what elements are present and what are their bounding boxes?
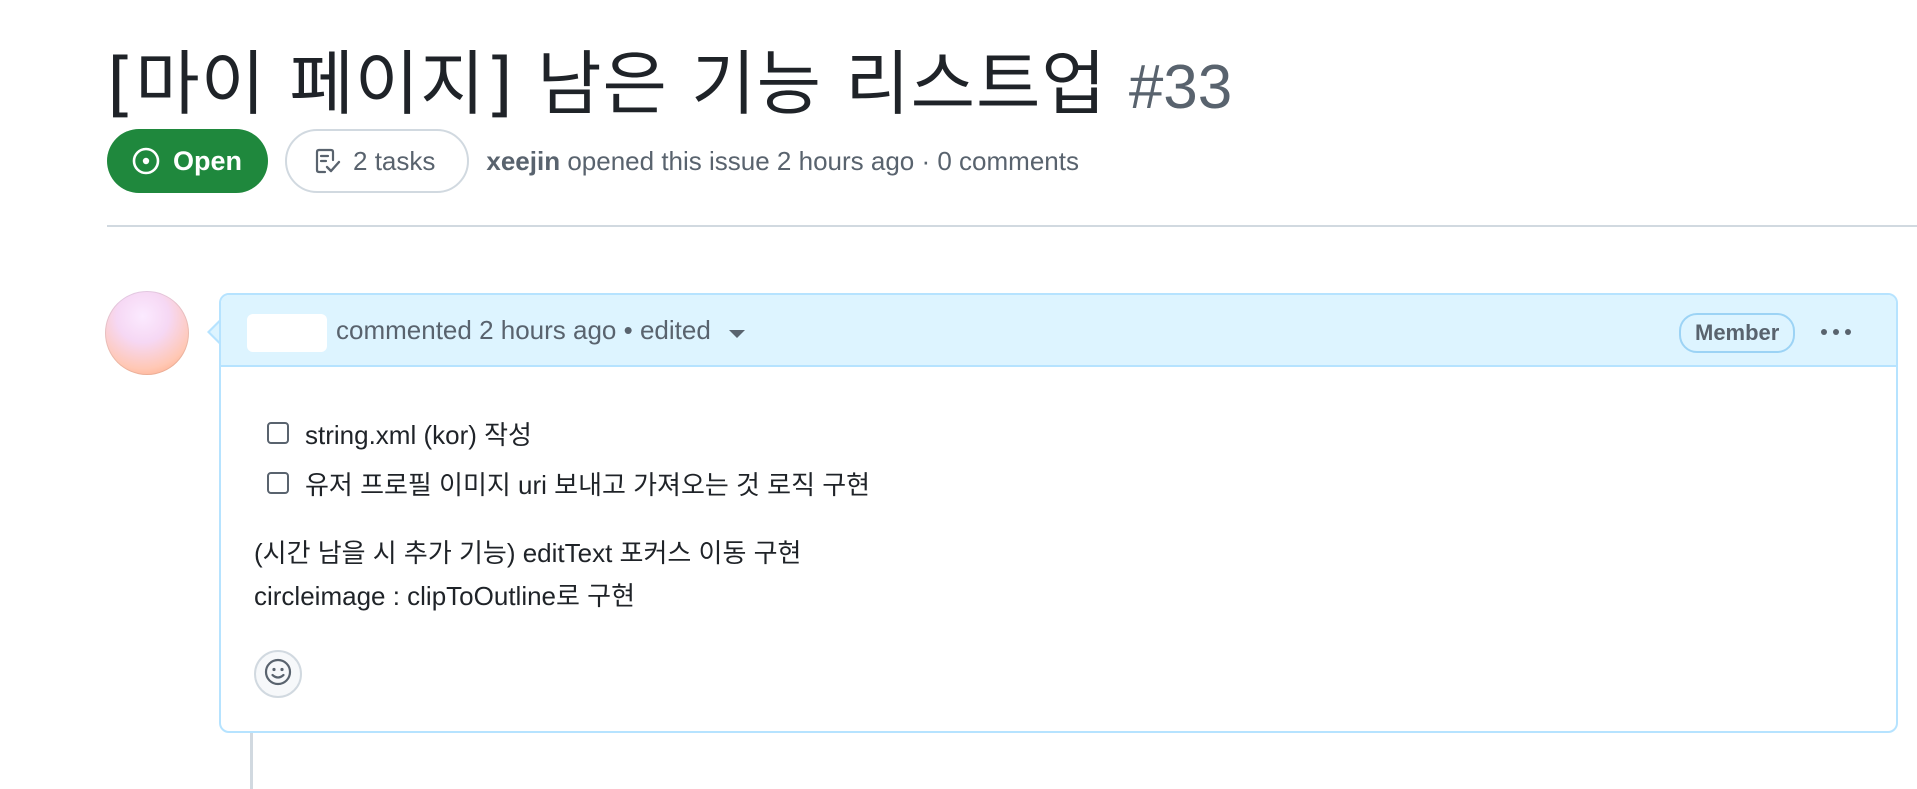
issue-opened-meta: xeejin opened this issue 2 hours ago · 0… [486, 146, 1079, 177]
tasks-progress-button[interactable]: 2 tasks [285, 129, 470, 193]
add-reaction-button[interactable] [254, 650, 302, 698]
chevron-down-icon[interactable] [728, 329, 745, 338]
issue-author-link[interactable]: xeejin [486, 146, 560, 176]
task-checkbox[interactable] [267, 472, 289, 494]
issue-title-row: [마이 페이지] 남은 기능 리스트업 #33 [107, 28, 1232, 129]
issue-comment: commented 2 hours ago • edited Member st… [219, 293, 1898, 733]
comment-meta: commented 2 hours ago • edited [336, 315, 745, 346]
task-label: 유저 프로필 이미지 uri 보내고 가져오는 것 로직 구현 [305, 469, 871, 500]
issue-state-label: Open [173, 145, 243, 176]
smiley-icon [263, 657, 293, 692]
comment-body-line: circleimage : clipToOutline로 구현 [254, 581, 635, 611]
issue-opened-text: opened this issue 2 hours ago · 0 commen… [567, 145, 1079, 176]
issue-opened-icon [131, 146, 161, 176]
issue-page: [마이 페이지] 남은 기능 리스트업 #33 Open 2 tasks xee… [0, 0, 1917, 789]
comment-body-line: (시간 남을 시 추가 기능) editText 포커스 이동 구현 [254, 538, 802, 568]
comment-meta-text: commented 2 hours ago • edited [336, 315, 711, 345]
kebab-horizontal-icon[interactable] [1813, 315, 1859, 349]
role-badge: Member [1679, 313, 1796, 353]
timeline-line [250, 733, 253, 789]
comment-author-redacted[interactable] [247, 314, 327, 352]
task-list-item: 유저 프로필 이미지 uri 보내고 가져오는 것 로직 구현 [267, 458, 870, 508]
comment-header: commented 2 hours ago • edited Member [221, 295, 1896, 367]
issue-meta-row: Open 2 tasks xeejin opened this issue 2 … [107, 129, 1079, 193]
comment-body: (시간 남을 시 추가 기능) editText 포커스 이동 구현 circl… [254, 532, 801, 618]
tasks-count: 2 tasks [353, 145, 436, 176]
task-list-item: string.xml (kor) 작성 [267, 408, 870, 458]
task-label: string.xml (kor) 작성 [305, 419, 532, 450]
checklist-icon [313, 146, 343, 176]
task-checkbox[interactable] [267, 422, 289, 444]
task-list: string.xml (kor) 작성 유저 프로필 이미지 uri 보내고 가… [267, 408, 870, 508]
issue-title: [마이 페이지] 남은 기능 리스트업 [107, 43, 1107, 125]
issue-state-badge: Open [107, 129, 269, 193]
issue-number: #33 [1128, 53, 1233, 122]
header-divider [107, 225, 1917, 227]
avatar[interactable] [105, 291, 189, 375]
